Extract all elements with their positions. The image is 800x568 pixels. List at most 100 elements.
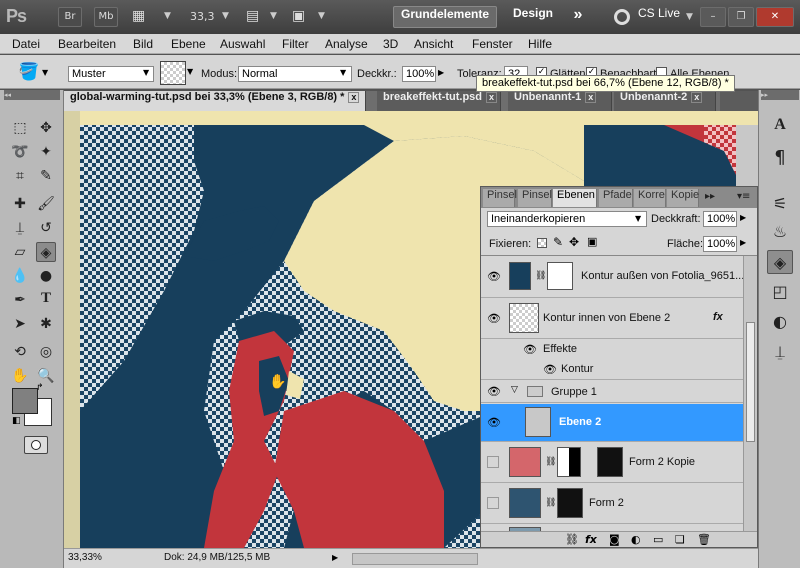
pattern-dropdown-icon[interactable]: ▼ <box>187 67 193 76</box>
new-adjustment-layer-icon[interactable]: ◐ <box>631 533 641 546</box>
menu-ansicht[interactable]: Ansicht <box>414 37 453 51</box>
dock-header[interactable]: ▸▸ <box>761 90 799 100</box>
tab-close-icon[interactable]: x <box>691 91 703 103</box>
cs-live-dropdown-icon[interactable]: ▼ <box>686 12 693 22</box>
screen-mode-dropdown-icon[interactable]: ▼ <box>318 11 325 21</box>
opacity-input[interactable]: 100% <box>402 66 436 82</box>
3d-orbit-tool-icon[interactable]: ◎ <box>36 342 56 362</box>
menu-3d[interactable]: 3D <box>383 37 398 51</box>
minimize-button[interactable]: – <box>700 7 726 27</box>
fill-arrow-icon[interactable]: ▶ <box>740 238 746 247</box>
tab-unbenannt-1[interactable]: Unbenannt-1 x <box>508 91 612 111</box>
menu-filter[interactable]: Filter <box>282 37 309 51</box>
lasso-tool-icon[interactable]: ➰ <box>10 142 30 162</box>
add-layer-style-icon[interactable]: fx <box>585 533 597 546</box>
move-tool-icon[interactable]: ✥ <box>36 118 56 138</box>
crop-tool-icon[interactable]: ⌗ <box>10 166 30 186</box>
close-button[interactable]: ✕ <box>756 7 794 27</box>
custom-shape-tool-icon[interactable]: ✱ <box>36 314 56 334</box>
default-colors-icon[interactable]: ◧ <box>12 416 22 426</box>
mini-bridge-button[interactable]: Mb <box>94 7 118 27</box>
channels-panel-icon[interactable]: ◰ <box>767 280 793 304</box>
menu-hilfe[interactable]: Hilfe <box>528 37 552 51</box>
character-panel-icon[interactable]: A <box>767 116 793 140</box>
history-brush-tool-icon[interactable]: ↺ <box>36 218 56 238</box>
menu-bild[interactable]: Bild <box>133 37 153 51</box>
chain-link-icon[interactable]: ⛓ <box>545 457 556 467</box>
cs-live-label[interactable]: CS Live <box>634 6 684 28</box>
lock-pixels-icon[interactable]: ✎ <box>553 235 563 249</box>
menu-datei[interactable]: Datei <box>12 37 40 51</box>
layer-name[interactable]: Gruppe 1 <box>551 386 597 398</box>
lock-all-icon[interactable]: ▣ <box>587 235 597 248</box>
effect-visibility-eye-icon[interactable]: 👁 <box>543 363 557 377</box>
new-group-icon[interactable]: ▭ <box>653 533 663 546</box>
clone-source-panel-icon[interactable]: ⍊ <box>767 340 793 364</box>
healing-brush-tool-icon[interactable]: ✚ <box>10 194 30 214</box>
screen-mode-icon[interactable]: ▣ <box>292 8 312 26</box>
paths-panel-icon[interactable]: ◐ <box>767 310 793 334</box>
dodge-tool-icon[interactable]: ● <box>36 266 56 286</box>
visibility-eye-icon[interactable]: 👁 <box>487 385 501 399</box>
bridge-button[interactable]: Br <box>58 7 82 27</box>
add-mask-icon[interactable]: ◙ <box>609 533 620 546</box>
tab-kopierquelle[interactable]: Kopie <box>667 189 699 207</box>
opacity-dropdown-icon[interactable]: ▶ <box>438 68 444 77</box>
tab-global-warming[interactable]: global-warming-tut.psd bei 33,3% (Ebene … <box>64 91 366 111</box>
layer-name[interactable]: Kontur außen von Fotolia_9651... <box>581 270 744 282</box>
new-layer-icon[interactable]: ❏ <box>675 533 685 546</box>
menu-ebene[interactable]: Ebene <box>171 37 206 51</box>
layers-scrollbar[interactable] <box>743 256 757 531</box>
link-layers-icon[interactable]: ⛓ <box>565 533 579 546</box>
tab-unbenannt-2[interactable]: Unbenannt-2 x <box>614 91 716 111</box>
blur-tool-icon[interactable]: 💧 <box>10 266 30 286</box>
tab-ebenen[interactable]: Ebenen <box>553 189 597 207</box>
brush-tool-icon[interactable]: 🖌 <box>36 194 56 214</box>
workspace-design[interactable]: Design <box>504 6 562 28</box>
tab-breakeffekt[interactable]: breakeffekt-tut.psd x <box>377 91 501 111</box>
layer-row-kontur-aussen[interactable]: 👁 ⛓ Kontur außen von Fotolia_9651... <box>481 256 744 298</box>
clone-stamp-tool-icon[interactable]: ⍊ <box>10 218 30 238</box>
menu-auswahl[interactable]: Auswahl <box>220 37 265 51</box>
restore-button[interactable]: ❐ <box>728 7 754 27</box>
effect-kontur-row[interactable]: 👁 Kontur <box>481 360 743 380</box>
lock-transparency-icon[interactable] <box>537 238 547 248</box>
3d-rotate-tool-icon[interactable]: ⟲ <box>10 342 30 362</box>
group-row-gruppe-1[interactable]: 👁 ▽ Gruppe 1 <box>481 381 743 403</box>
group-expand-icon[interactable]: ▽ <box>511 385 518 395</box>
view-extras-icon[interactable]: ▦ <box>132 8 154 26</box>
horizontal-scrollbar[interactable] <box>352 553 478 565</box>
zoom-dropdown-icon[interactable]: ▼ <box>222 11 229 21</box>
eyedropper-tool-icon[interactable]: ✎ <box>36 166 56 186</box>
zoom-level[interactable]: 33,3 <box>190 10 215 23</box>
chain-link-icon[interactable]: ⛓ <box>535 271 546 281</box>
layer-name[interactable]: Form 2 <box>589 497 624 509</box>
masks-panel-icon[interactable]: ♨ <box>767 220 793 244</box>
layer-mask-thumbnail[interactable] <box>547 262 573 290</box>
foreground-color-swatch[interactable] <box>12 388 38 414</box>
eraser-tool-icon[interactable]: ▱ <box>10 242 30 262</box>
vector-mask-thumbnail[interactable] <box>597 447 623 477</box>
tab-korrekturen[interactable]: Korre <box>634 189 666 207</box>
more-tabs[interactable] <box>720 91 758 111</box>
layer-opacity-input[interactable]: 100% <box>703 211 737 227</box>
lock-position-icon[interactable]: ✥ <box>569 235 579 249</box>
pen-tool-icon[interactable]: ✒ <box>10 290 30 310</box>
adjustments-panel-icon[interactable]: ⚟ <box>767 192 793 216</box>
panel-menu-icon[interactable]: ▾≡ <box>737 191 750 202</box>
type-tool-icon[interactable]: T <box>36 290 56 310</box>
paint-bucket-tool-preset-icon[interactable]: 🪣 <box>18 62 39 82</box>
panel-collapse-icon[interactable]: ▸▸ <box>705 191 715 202</box>
fill-input[interactable]: 100% <box>703 236 737 252</box>
quick-mask-icon[interactable] <box>24 436 48 454</box>
effects-row[interactable]: 👁 Effekte <box>481 340 743 359</box>
paint-bucket-tool-icon[interactable]: ◈ <box>36 242 56 262</box>
layer-name[interactable]: Kontur innen von Ebene 2 <box>543 312 670 324</box>
menu-bearbeiten[interactable]: Bearbeiten <box>58 37 116 51</box>
menu-analyse[interactable]: Analyse <box>325 37 368 51</box>
layer-row-form-2-kopie[interactable]: ⛓ Form 2 Kopie <box>481 443 743 483</box>
status-menu-icon[interactable]: ▶ <box>332 553 338 562</box>
tool-preset-dropdown-icon[interactable]: ▼ <box>42 68 48 77</box>
arrange-dropdown-icon[interactable]: ▼ <box>270 11 277 21</box>
workspace-grundelemente[interactable]: Grundelemente <box>393 6 497 28</box>
